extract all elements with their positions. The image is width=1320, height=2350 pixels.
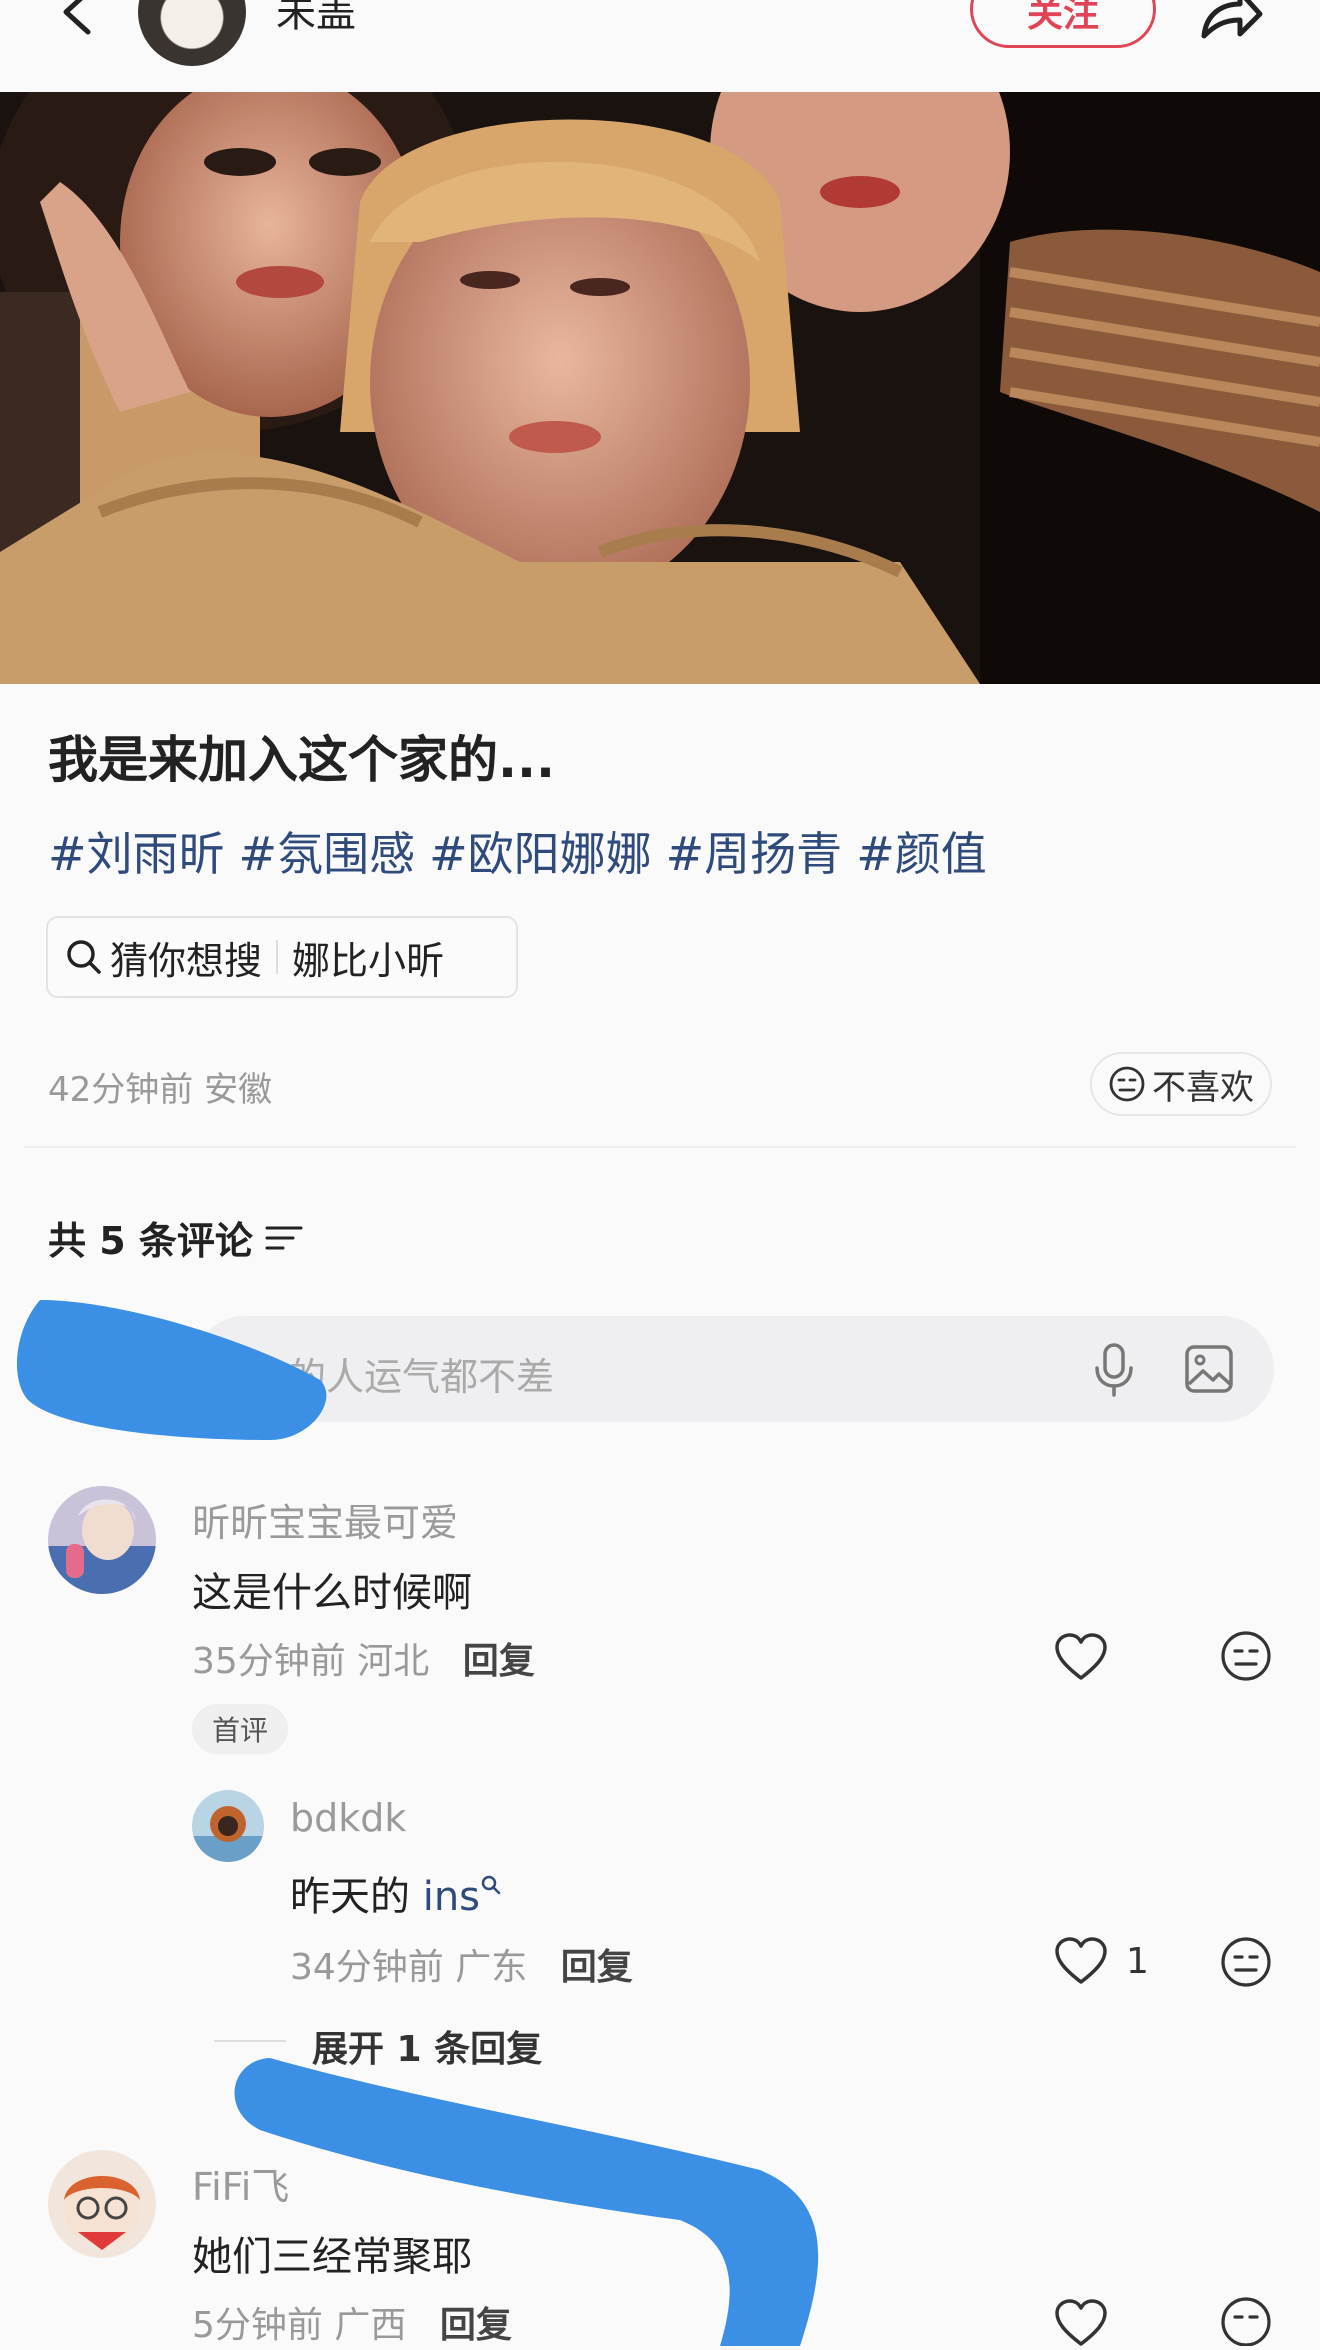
sort-filter-icon [265, 1226, 303, 1249]
divider [24, 1146, 1296, 1148]
comment-count[interactable]: 共 5 条评论 [48, 1210, 303, 1265]
follow-button[interactable]: 关注 [970, 0, 1156, 48]
suggested-search-query: 娜比小昕 [292, 938, 445, 983]
comment-time: 34分钟前 [290, 1947, 444, 1988]
avatar[interactable] [192, 1790, 264, 1862]
comment-username[interactable]: 昕昕宝宝最可爱 [192, 1492, 458, 1547]
comment-time: 35分钟前 [192, 1641, 346, 1682]
hashtag-link[interactable]: #刘雨昕 [48, 827, 225, 881]
dislike-label: 不喜欢 [1152, 1067, 1254, 1108]
reply-button[interactable]: 回复 [463, 1641, 535, 1682]
reply-button[interactable]: 回复 [561, 1947, 633, 1988]
comment-input-placeholder: 评论的人运气都不差 [212, 1355, 555, 1399]
like-button[interactable]: 1 [1054, 1936, 1149, 1986]
back-button[interactable] [50, 0, 110, 42]
comment-count-label: 共 5 条评论 [48, 1219, 253, 1263]
user-avatar-image [48, 1486, 156, 1594]
post-location: 安徽 [204, 1070, 273, 1110]
post-time: 42分钟前 [48, 1070, 194, 1110]
comment-location: 广东 [455, 1947, 528, 1988]
share-icon [1201, 0, 1263, 39]
avatar[interactable] [48, 1486, 156, 1594]
reply-text: 昨天的 [290, 1874, 423, 1920]
comment-meta: 34分钟前 广东 回复 [290, 1938, 633, 1990]
hashtag-link[interactable]: #欧阳娜娜 [429, 827, 652, 881]
first-comment-badge: 首评 [192, 1704, 288, 1754]
suggested-search-chip[interactable]: 猜你想搜 娜比小昕 [46, 916, 518, 998]
badge-label: 首评 [211, 1714, 268, 1747]
reply-button[interactable]: 回复 [440, 2305, 512, 2346]
comment-text[interactable]: 她们三经常聚耶 [192, 2224, 472, 2282]
user-avatar-image [192, 1790, 264, 1862]
comment-meta: 35分钟前 河北 回复 [192, 1632, 535, 1684]
comment-location: 河北 [357, 1641, 430, 1682]
user-avatar-image [48, 2150, 156, 2258]
post-photo-image [0, 92, 1320, 684]
back-arrow-icon [63, 0, 91, 35]
dislike-comment-button[interactable] [1220, 2296, 1272, 2350]
comment-meta: 5分钟前 广西 回复 [192, 2296, 512, 2348]
comment-location: 广西 [334, 2305, 407, 2346]
microphone-icon [1095, 1343, 1133, 1397]
hashtag-link[interactable]: #颜值 [856, 827, 987, 881]
heart-icon [1055, 2299, 1107, 2346]
hashtag-link[interactable]: #周扬青 [666, 827, 843, 881]
comment-text[interactable]: 这是什么时候啊 [192, 1560, 472, 1618]
image-upload-button[interactable] [1184, 1344, 1234, 1394]
voice-input-button[interactable] [1092, 1342, 1136, 1398]
heart-icon [1055, 1633, 1107, 1680]
author-name[interactable]: 未盖 [276, 0, 356, 38]
meh-face-icon [1109, 1066, 1145, 1102]
like-count: 1 [1126, 1940, 1149, 1982]
meh-face-icon [1221, 2297, 1271, 2347]
dislike-button[interactable]: 不喜欢 [1090, 1052, 1272, 1116]
comment-username[interactable]: bdkdk [290, 1796, 406, 1840]
post-title: 我是来加入这个家的... [48, 731, 555, 789]
avatar[interactable] [48, 2150, 156, 2258]
image-icon [1185, 1345, 1233, 1393]
dislike-comment-button[interactable] [1220, 1936, 1272, 1992]
search-icon [67, 940, 101, 974]
like-button[interactable] [1054, 1632, 1108, 1686]
hashtag-link[interactable]: #氛围感 [239, 827, 416, 881]
follow-label: 关注 [1026, 0, 1099, 35]
dislike-comment-button[interactable] [1220, 1630, 1272, 1686]
post-photo[interactable] [0, 92, 1320, 684]
meh-face-icon [1221, 1631, 1271, 1681]
like-button[interactable] [1054, 2298, 1108, 2350]
expand-replies-button[interactable]: 展开 1 条回复 [312, 2020, 542, 2072]
chip-divider [276, 940, 279, 974]
share-button[interactable] [1196, 0, 1266, 44]
search-keyword-link[interactable]: ins [423, 1874, 480, 1920]
comment-time: 5分钟前 [192, 2305, 323, 2346]
suggested-search-prefix: 猜你想搜 [110, 938, 263, 983]
heart-icon [1055, 1937, 1107, 1984]
post-tags: #刘雨昕 #氛围感 #欧阳娜娜 #周扬青 #颜值 [48, 818, 1001, 884]
search-icon [481, 1875, 501, 1894]
expand-divider [214, 2040, 286, 2042]
comment-username[interactable]: FiFi飞 [192, 2156, 289, 2211]
meh-face-icon [1221, 1937, 1271, 1987]
comment-text[interactable]: 昨天的 ins [290, 1864, 502, 1922]
post-meta: 42分钟前 安徽 [48, 1062, 272, 1111]
